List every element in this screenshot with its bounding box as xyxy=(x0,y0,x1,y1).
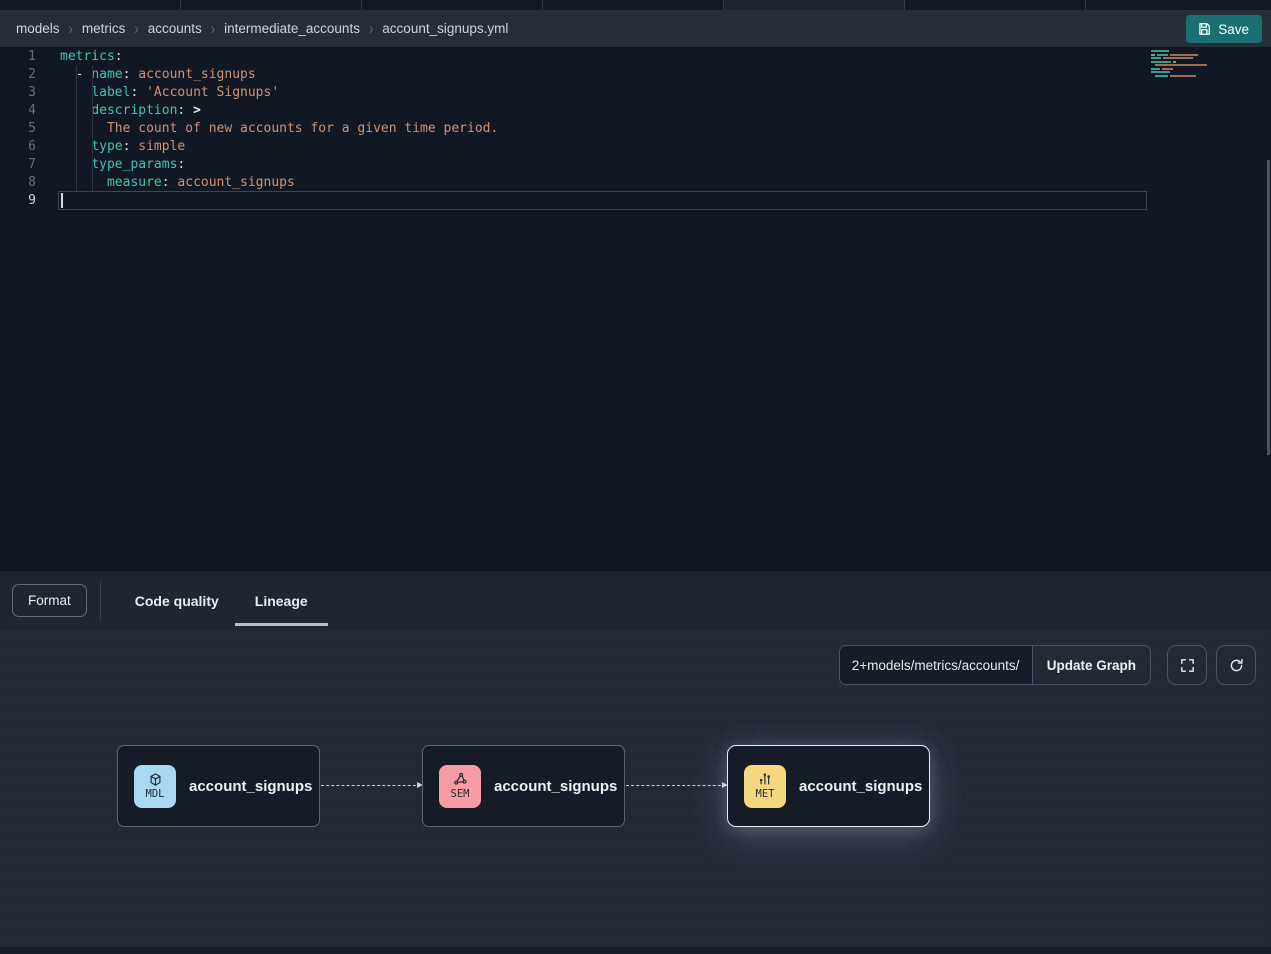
node-badge-label: MET xyxy=(756,788,775,800)
tab-code-quality[interactable]: Code quality xyxy=(132,593,222,609)
lineage-controls: Update Graph xyxy=(839,645,1256,685)
editor-scrollbar[interactable] xyxy=(1267,160,1270,455)
line-number: 5 xyxy=(0,120,36,138)
line-number: 1 xyxy=(0,48,36,66)
breadcrumb-item-filename[interactable]: account_signups.yml xyxy=(382,21,508,36)
lineage-canvas[interactable]: Update Graph MDL account_signups SEM accoun… xyxy=(0,630,1271,954)
divider xyxy=(100,581,101,621)
indent-guide xyxy=(92,66,93,192)
breadcrumb-item-metrics[interactable]: metrics xyxy=(82,21,126,36)
code-line[interactable]: type: simple xyxy=(60,138,1207,156)
refresh-button[interactable] xyxy=(1216,645,1256,685)
tab-strip-segment[interactable] xyxy=(543,0,724,10)
code-line[interactable]: description: > xyxy=(60,102,1207,120)
breadcrumb: models › metrics › accounts › intermedia… xyxy=(16,21,508,36)
format-button[interactable]: Format xyxy=(12,584,87,617)
tab-strip-segment[interactable] xyxy=(362,0,543,10)
lineage-node-met[interactable]: MET account_signups xyxy=(727,745,930,827)
canvas-bottom-strip xyxy=(0,947,1271,954)
save-icon xyxy=(1197,22,1211,36)
lineage-node-sem[interactable]: SEM account_signups xyxy=(422,745,625,827)
chevron-separator-icon: › xyxy=(69,19,73,38)
code-line[interactable]: The count of new accounts for a given ti… xyxy=(60,120,1207,138)
node-label: account_signups xyxy=(799,778,922,795)
code-content[interactable]: metrics: - name: account_signups label: … xyxy=(60,48,1207,210)
selector-group: Update Graph xyxy=(839,645,1151,685)
code-line[interactable]: metrics: xyxy=(60,48,1207,66)
cube-icon: MDL xyxy=(134,765,176,808)
line-number: 7 xyxy=(0,156,36,174)
breadcrumb-item-accounts[interactable]: accounts xyxy=(148,21,202,36)
node-label: account_signups xyxy=(494,778,617,795)
metric-icon: MET xyxy=(744,765,786,808)
tab-strip-segment[interactable] xyxy=(1086,0,1271,10)
fullscreen-button[interactable] xyxy=(1167,645,1207,685)
line-number: 9 xyxy=(0,192,36,210)
tab-strip-segment[interactable] xyxy=(181,0,362,10)
lineage-edge xyxy=(626,785,726,786)
chevron-separator-icon: › xyxy=(211,19,215,38)
chevron-separator-icon: › xyxy=(369,19,373,38)
fullscreen-icon xyxy=(1179,657,1196,674)
lineage-edge xyxy=(321,785,421,786)
node-badge-label: MDL xyxy=(146,788,165,800)
lineage-node-mdl[interactable]: MDL account_signups xyxy=(117,745,320,827)
node-badge-label: SEM xyxy=(451,788,470,800)
semantic-model-icon: SEM xyxy=(439,765,481,808)
tab-strip-segment[interactable] xyxy=(0,0,181,10)
line-number: 2 xyxy=(0,66,36,84)
tab-strip-segment-active[interactable] xyxy=(724,0,905,10)
code-line[interactable]: measure: account_signups xyxy=(60,174,1207,192)
code-editor[interactable]: 123456789 metrics: - name: account_signu… xyxy=(0,47,1271,570)
update-graph-button[interactable]: Update Graph xyxy=(1032,646,1150,684)
line-number: 8 xyxy=(0,174,36,192)
breadcrumb-bar: models › metrics › accounts › intermedia… xyxy=(0,10,1271,47)
tab-lineage[interactable]: Lineage xyxy=(252,593,311,609)
chevron-separator-icon: › xyxy=(134,19,138,38)
code-line[interactable]: type_params: xyxy=(60,156,1207,174)
refresh-icon xyxy=(1228,657,1245,674)
breadcrumb-item-intermediate-accounts[interactable]: intermediate_accounts xyxy=(224,21,360,36)
ide-window: models › metrics › accounts › intermedia… xyxy=(0,0,1271,954)
editor-tab-strip xyxy=(0,0,1271,10)
lineage-selector-input[interactable] xyxy=(840,646,1032,684)
code-line[interactable]: - name: account_signups xyxy=(60,66,1207,84)
line-number-gutter: 123456789 xyxy=(0,48,36,210)
editor-minimap[interactable] xyxy=(1151,50,1213,77)
text-cursor xyxy=(61,193,63,208)
tab-strip-segment[interactable] xyxy=(905,0,1086,10)
bottom-panel-tabbar: Format Code quality Lineage xyxy=(0,570,1271,630)
code-line[interactable]: label: 'Account Signups' xyxy=(60,84,1207,102)
line-number: 3 xyxy=(0,84,36,102)
save-button[interactable]: Save xyxy=(1186,15,1262,43)
current-line-highlight xyxy=(58,191,1147,210)
save-button-label: Save xyxy=(1218,22,1249,37)
breadcrumb-item-models[interactable]: models xyxy=(16,21,60,36)
node-label: account_signups xyxy=(189,778,312,795)
line-number: 4 xyxy=(0,102,36,120)
indent-guide xyxy=(76,66,77,192)
line-number: 6 xyxy=(0,138,36,156)
